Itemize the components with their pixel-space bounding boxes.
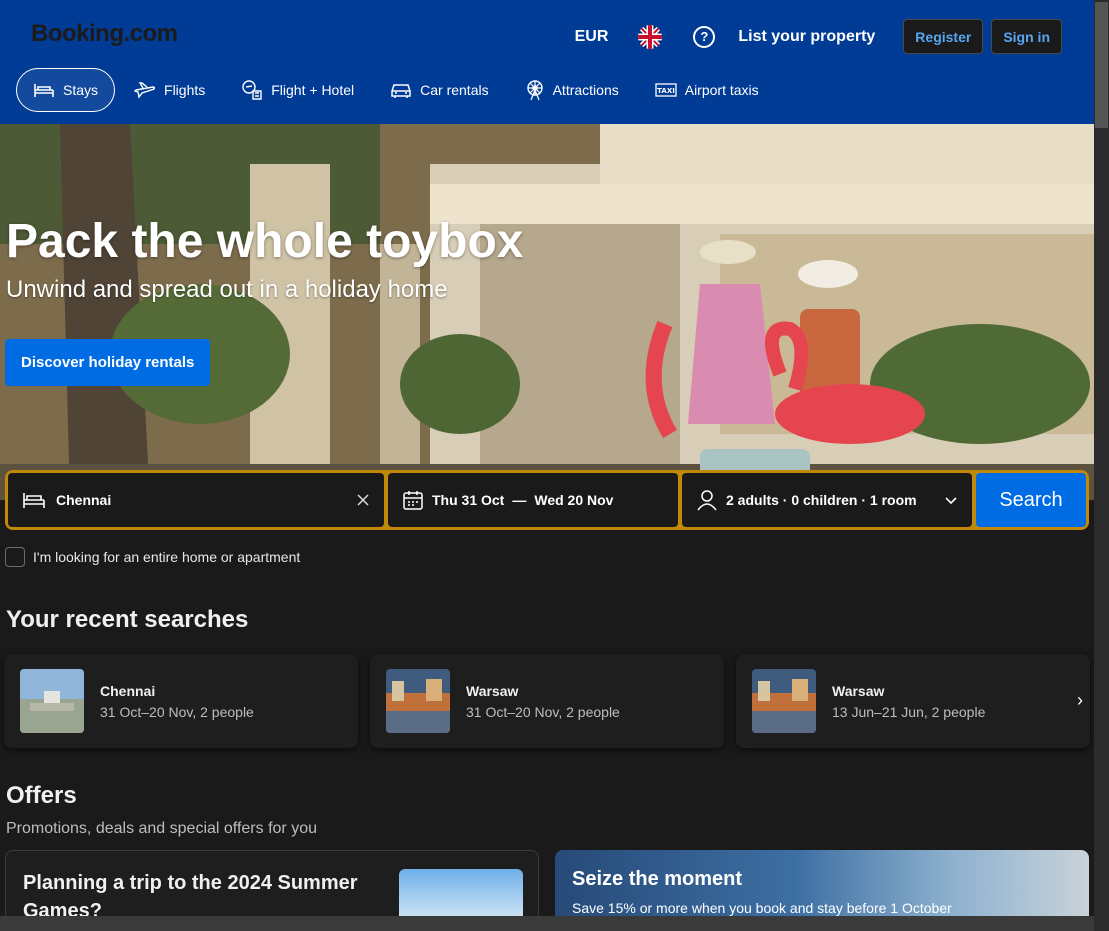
search-button[interactable]: Search [976,473,1086,527]
register-button[interactable]: Register [903,19,984,54]
hero-title: Pack the whole toybox [6,215,524,268]
nav-attractions[interactable]: Attractions [508,68,636,112]
date-separator: — [512,492,527,508]
recent-city: Warsaw [832,682,885,699]
person-icon [697,490,717,511]
taxi-icon: TAXI [655,83,677,97]
svg-text:TAXI: TAXI [657,87,675,95]
recent-meta: 13 Jun–21 Jun, 2 people [832,703,986,720]
horizontal-scrollbar[interactable] [0,916,1094,931]
recent-search-card[interactable]: Chennai 31 Oct–20 Nov, 2 people [4,654,358,748]
vertical-scrollbar[interactable] [1094,0,1109,931]
entire-home-checkbox[interactable] [5,547,25,567]
hero-subtitle: Unwind and spread out in a holiday home [6,276,448,303]
chennai-thumbnail [20,669,84,733]
uk-flag-icon[interactable] [638,24,663,49]
recent-city: Chennai [100,682,156,699]
currency-button[interactable]: EUR [575,28,609,46]
clear-icon[interactable] [356,493,370,507]
destination-value: Chennai [56,492,112,508]
sign-in-button[interactable]: Sign in [991,19,1062,54]
warsaw-thumbnail [386,669,450,733]
dates-field[interactable]: Thu 31 Oct — Wed 20 Nov [388,473,678,527]
offer-description: Save 15% or more when you book and stay … [572,900,952,916]
offer-title: Seize the moment [572,868,743,890]
guests-value: 2 adults · 0 children · 1 room [726,492,917,508]
bed-icon [34,84,54,97]
recent-search-card[interactable]: Warsaw 13 Jun–21 Jun, 2 people [736,654,1090,748]
car-icon [391,84,411,98]
recent-search-card[interactable]: Warsaw 31 Oct–20 Nov, 2 people [370,654,724,748]
nav-flight-hotel[interactable]: Flight + Hotel [224,68,371,112]
nav-airport-taxis-label: Airport taxis [684,82,759,98]
vertical-scrollbar-thumb[interactable] [1095,2,1108,128]
nav-flight-hotel-label: Flight + Hotel [271,82,355,98]
chevron-down-icon [945,497,957,505]
checkin-date: Thu 31 Oct [432,492,505,508]
header-actions: EUR ? List your property Register Sign i… [575,19,1062,54]
recent-meta: 31 Oct–20 Nov, 2 people [100,703,254,720]
recent-city: Warsaw [466,682,519,699]
next-arrow-icon[interactable]: › [1077,690,1083,711]
product-nav: Stays Flights Flight + Hotel Car rentals… [16,68,778,112]
discover-holiday-rentals-button[interactable]: Discover holiday rentals [5,339,211,386]
ferris-wheel-icon [526,80,543,101]
nav-stays[interactable]: Stays [16,68,116,112]
destination-field[interactable]: Chennai [8,473,384,527]
help-icon[interactable]: ? [693,25,716,48]
recent-searches-list: Chennai 31 Oct–20 Nov, 2 people Warsaw 3… [4,654,1094,748]
nav-flights[interactable]: Flights [117,68,222,112]
guests-field[interactable]: 2 adults · 0 children · 1 room [682,473,972,527]
nav-attractions-label: Attractions [552,82,619,98]
offers-subtitle: Promotions, deals and special offers for… [6,820,317,837]
hero-banner: Pack the whole toybox Unwind and spread … [0,124,1094,500]
recent-searches-title: Your recent searches [6,606,249,633]
hero-photo [0,124,1094,500]
checkout-date: Wed 20 Nov [534,492,614,508]
plane-icon [134,82,156,99]
recent-meta: 31 Oct–20 Nov, 2 people [466,703,620,720]
nav-car-rentals[interactable]: Car rentals [373,68,505,112]
booking-logo[interactable]: Booking.com [31,20,178,48]
nav-airport-taxis[interactable]: TAXI Airport taxis [638,68,776,112]
search-bar: Chennai Thu 31 Oct — Wed 20 Nov 2 adults… [5,470,1089,530]
calendar-icon [403,491,423,510]
offers-title: Offers [6,782,77,809]
entire-home-option[interactable]: I'm looking for an entire home or apartm… [5,547,300,567]
entire-home-label: I'm looking for an entire home or apartm… [33,549,301,565]
top-header: Booking.com EUR ? List your property Reg… [0,0,1094,124]
nav-flights-label: Flights [164,82,206,98]
warsaw-thumbnail [752,669,816,733]
flight-hotel-icon [242,80,262,100]
nav-car-rentals-label: Car rentals [420,82,489,98]
bed-icon [23,493,45,508]
list-property-link[interactable]: List your property [738,28,875,46]
nav-stays-label: Stays [63,82,99,98]
